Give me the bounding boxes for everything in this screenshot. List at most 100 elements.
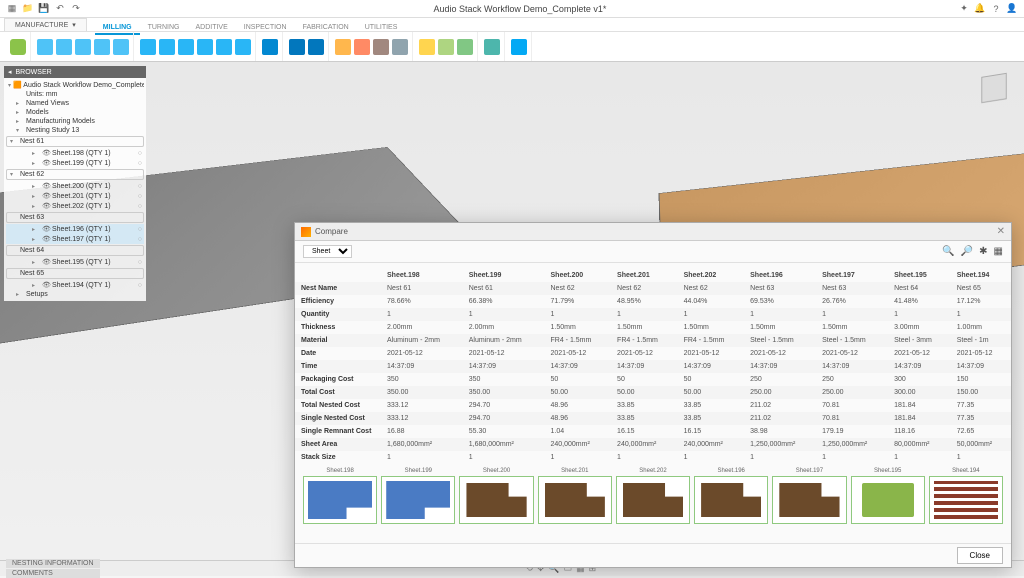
- tool-action-3[interactable]: [373, 39, 389, 55]
- tree-node[interactable]: ▾Nest 61: [6, 136, 144, 147]
- comments-panel[interactable]: COMMENTS: [6, 569, 100, 578]
- tool-action-4[interactable]: [392, 39, 408, 55]
- tool-2d-5[interactable]: [113, 39, 129, 55]
- tool-action-2[interactable]: [354, 39, 370, 55]
- row-label: Efficiency: [295, 295, 381, 308]
- column-header[interactable]: Sheet.199: [463, 269, 545, 282]
- redo-icon[interactable]: ↷: [70, 3, 82, 15]
- undo-icon[interactable]: ↶: [54, 3, 66, 15]
- tool-multi-1[interactable]: [289, 39, 305, 55]
- tree-node[interactable]: ▸👁Sheet.194 (QTY 1)○: [6, 280, 144, 290]
- tree-node[interactable]: ▸Models: [6, 108, 144, 117]
- tree-node[interactable]: ▸Manufacturing Models: [6, 117, 144, 126]
- notifications-icon[interactable]: 🔔: [974, 3, 986, 15]
- tree-node[interactable]: ▸👁Sheet.199 (QTY 1)○: [6, 158, 144, 168]
- cell: 211.02: [744, 412, 816, 425]
- cell: 118.16: [888, 425, 951, 438]
- tree-node[interactable]: ▸👁Sheet.197 (QTY 1)○: [6, 234, 144, 244]
- browser-header[interactable]: ◂ BROWSER: [4, 66, 146, 78]
- file-icon[interactable]: 📁: [22, 3, 34, 15]
- tree-node[interactable]: ▸👁Sheet.196 (QTY 1)○: [6, 224, 144, 234]
- tree-node[interactable]: ▸👁Sheet.195 (QTY 1)○: [6, 257, 144, 267]
- settings-icon[interactable]: ✱: [979, 246, 987, 257]
- compare-filter-select[interactable]: Sheet: [303, 245, 352, 258]
- cell: 16.15: [611, 425, 678, 438]
- tool-3d-6[interactable]: [235, 39, 251, 55]
- compare-thumbnails: Sheet.198Sheet.199Sheet.200Sheet.201Shee…: [295, 464, 1011, 528]
- column-header[interactable]: Sheet.198: [381, 269, 463, 282]
- column-header[interactable]: Sheet.196: [744, 269, 816, 282]
- cell: 2021-05-12: [951, 347, 1011, 360]
- tool-2d-1[interactable]: [37, 39, 53, 55]
- tree-node[interactable]: Nest 64: [6, 245, 144, 256]
- column-header[interactable]: Sheet.197: [816, 269, 888, 282]
- tree-node[interactable]: ▾Nest 62: [6, 169, 144, 180]
- tree-node[interactable]: Nest 65: [6, 268, 144, 279]
- tool-manage-2[interactable]: [438, 39, 454, 55]
- cell: 14:37:09: [545, 360, 612, 373]
- nesting-info-panel[interactable]: NESTING INFORMATION: [6, 559, 100, 568]
- sheet-thumbnail[interactable]: Sheet.199: [381, 468, 455, 524]
- sheet-thumbnail[interactable]: Sheet.200: [459, 468, 533, 524]
- tool-3d-2[interactable]: [159, 39, 175, 55]
- column-header[interactable]: Sheet.201: [611, 269, 678, 282]
- tree-node[interactable]: ▾Nesting Study 13: [6, 126, 144, 135]
- view-cube[interactable]: [974, 68, 1014, 108]
- tool-drill-1[interactable]: [262, 39, 278, 55]
- help-icon[interactable]: ?: [990, 3, 1002, 15]
- tree-root[interactable]: ▾🟧 Audio Stack Workflow Demo_Complete v1: [6, 80, 144, 90]
- cell: 16.15: [678, 425, 745, 438]
- cell: 333.12: [381, 399, 463, 412]
- column-header[interactable]: Sheet.200: [545, 269, 612, 282]
- tool-manage-3[interactable]: [457, 39, 473, 55]
- tree-node[interactable]: ▸Named Views: [6, 99, 144, 108]
- tree-node[interactable]: Nest 63: [6, 212, 144, 223]
- tool-3d-4[interactable]: [197, 39, 213, 55]
- tree-node[interactable]: ▸👁Sheet.201 (QTY 1)○: [6, 191, 144, 201]
- tree-node[interactable]: Units: mm: [6, 90, 144, 99]
- tree-node[interactable]: ▸👁Sheet.200 (QTY 1)○: [6, 181, 144, 191]
- column-header[interactable]: Sheet.202: [678, 269, 745, 282]
- cell: Nest 62: [611, 282, 678, 295]
- sheet-thumbnail[interactable]: Sheet.198: [303, 468, 377, 524]
- setup-icon[interactable]: [10, 39, 26, 55]
- tool-2d-4[interactable]: [94, 39, 110, 55]
- dialog-titlebar[interactable]: Compare ✕: [295, 223, 1011, 241]
- app-grid-icon[interactable]: ▦: [6, 3, 18, 15]
- cell: 1: [744, 308, 816, 321]
- zoom-out-icon[interactable]: 🔎: [961, 246, 973, 257]
- tool-inspect[interactable]: [484, 39, 500, 55]
- cell: 1.50mm: [545, 321, 612, 334]
- sheet-thumbnail[interactable]: Sheet.196: [694, 468, 768, 524]
- tree-node[interactable]: ▸👁Sheet.198 (QTY 1)○: [6, 148, 144, 158]
- cell: 14:37:09: [816, 360, 888, 373]
- tree-node[interactable]: ▸Setups: [6, 290, 144, 299]
- tool-multi-2[interactable]: [308, 39, 324, 55]
- column-header[interactable]: Sheet.195: [888, 269, 951, 282]
- sheet-thumbnail[interactable]: Sheet.201: [538, 468, 612, 524]
- tree-node[interactable]: ▸👁Sheet.202 (QTY 1)○: [6, 201, 144, 211]
- tool-2d-2[interactable]: [56, 39, 72, 55]
- save-icon[interactable]: 💾: [38, 3, 50, 15]
- zoom-in-icon[interactable]: 🔍: [942, 246, 954, 257]
- user-avatar[interactable]: 👤: [1006, 3, 1018, 15]
- column-header[interactable]: Sheet.194: [951, 269, 1011, 282]
- sheet-thumbnail[interactable]: Sheet.202: [616, 468, 690, 524]
- sheet-thumbnail[interactable]: Sheet.194: [929, 468, 1003, 524]
- tool-2d-3[interactable]: [75, 39, 91, 55]
- workspace-selector[interactable]: MANUFACTURE▾: [4, 18, 87, 31]
- cell: 41.48%: [888, 295, 951, 308]
- tool-action-1[interactable]: [335, 39, 351, 55]
- tool-select[interactable]: [511, 39, 527, 55]
- sheet-thumbnail[interactable]: Sheet.195: [851, 468, 925, 524]
- tool-manage-1[interactable]: [419, 39, 435, 55]
- extensions-icon[interactable]: ✦: [958, 3, 970, 15]
- tool-3d-3[interactable]: [178, 39, 194, 55]
- tool-3d-5[interactable]: [216, 39, 232, 55]
- close-button[interactable]: Close: [957, 547, 1003, 564]
- tool-3d-1[interactable]: [140, 39, 156, 55]
- dialog-close-icon[interactable]: ✕: [997, 226, 1005, 237]
- cell: 1: [545, 308, 612, 321]
- sheet-thumbnail[interactable]: Sheet.197: [772, 468, 846, 524]
- grid-view-icon[interactable]: ▦: [994, 246, 1003, 257]
